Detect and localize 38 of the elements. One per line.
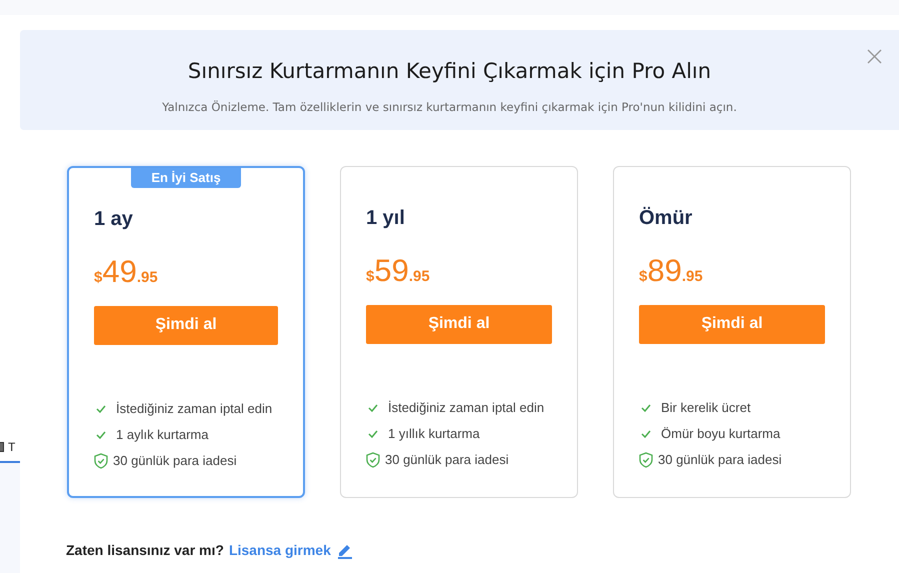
shield-check-icon (94, 452, 108, 468)
check-icon (641, 404, 651, 412)
plan-name: Ömür (639, 206, 694, 231)
feature-text: İstediğiniz zaman iptal edin (388, 398, 544, 417)
feature-text: 1 aylık kurtarma (116, 426, 208, 444)
pencil-icon (336, 542, 353, 559)
feature-text: 30 günlük para iadesi (658, 450, 782, 469)
plan-card[interactable]: 1 yıl $59.95 Şimdi al İstediğiniz zaman iptal edin 1 yıllık kurtarma 30 günlük para iadesi (340, 166, 578, 498)
check-icon (96, 430, 106, 438)
banner-title: Sınırsız Kurtarmanın Keyfini Çıkarmak için Pro Alın (188, 58, 712, 85)
feature-text: Bir kerelik ücret (661, 398, 751, 417)
plan-card[interactable]: En İyi Satış 1 ay $49.95 Şimdi al İstediğiniz zaman iptal edin 1 aylık kurtarma 30 günlük para iadesi (67, 166, 305, 498)
plan-price: $89.95 (639, 252, 704, 290)
feature-text: Ömür boyu kurtarma (661, 424, 780, 443)
shield-check-icon (366, 452, 380, 468)
check-icon (96, 404, 106, 412)
feature-text: 30 günlük para iadesi (385, 450, 509, 469)
check-icon (368, 430, 378, 438)
check-icon (641, 430, 651, 438)
buy-now-button[interactable]: Şimdi al (94, 306, 278, 344)
feature-text: 30 günlük para iadesi (113, 452, 237, 470)
plan-price: $49.95 (94, 253, 159, 291)
enter-license-link[interactable]: Lisansa girmek (228, 540, 331, 561)
banner-subtitle: Yalnızca Önizleme. Tam özelliklerin ve sınırsız kurtarmanın keyfini çıkarmak için Pro'nun kilidini açın. (162, 98, 738, 116)
best-seller-badge: En İyi Satış (131, 168, 241, 188)
check-icon (368, 404, 378, 412)
close-button[interactable] (867, 49, 882, 64)
tab-label: T (8, 439, 16, 456)
buy-now-button[interactable]: Şimdi al (366, 304, 552, 344)
shield-check-icon (639, 452, 653, 468)
plan-name: 1 yıl (366, 206, 406, 231)
plan-card[interactable]: Ömür $89.95 Şimdi al Bir kerelik ücret Ömür boyu kurtarma 30 günlük para iadesi (613, 166, 851, 498)
plan-price: $59.95 (366, 252, 431, 290)
license-question: Zaten lisansınız var mı? (66, 541, 224, 560)
buy-now-button[interactable]: Şimdi al (639, 304, 825, 344)
feature-text: İstediğiniz zaman iptal edin (116, 400, 272, 418)
plan-name: 1 ay (94, 207, 134, 232)
feature-text: 1 yıllık kurtarma (388, 424, 480, 443)
